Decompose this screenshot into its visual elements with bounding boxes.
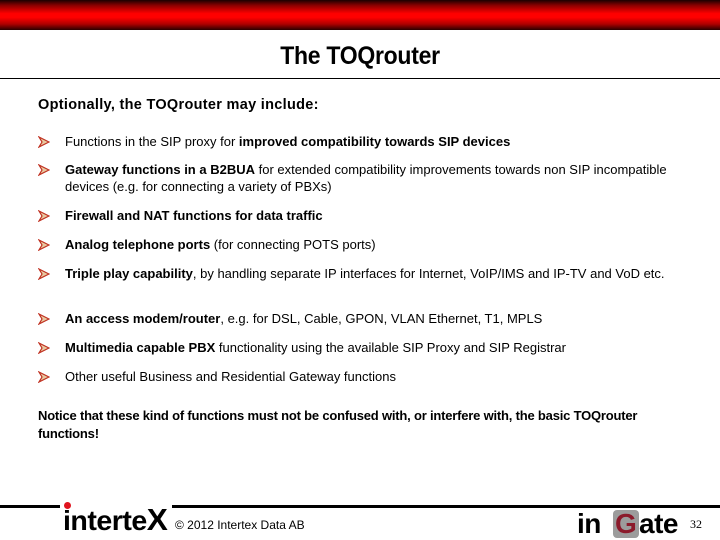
bullet-plain-text: functionality using the available SIP Pr… [215,340,566,355]
ingate-logo: in G ate [575,509,680,539]
bullet-text: An access modem/router, e.g. for DSL, Ca… [65,310,675,327]
arrowhead-bullet-icon [37,267,51,281]
copyright-text: © 2012 Intertex Data AB [175,518,305,532]
arrowhead-bullet-icon [37,238,51,252]
bullet-bold-text: Firewall and NAT functions for data traf… [65,208,323,223]
arrowhead-bullet-icon [37,135,51,149]
bullet-bold-text: An access modem/router [65,311,221,326]
title-divider [0,78,720,79]
bullet-text: Gateway functions in a B2BUA for extende… [65,161,675,195]
notice-text: Notice that these kind of functions must… [38,408,638,441]
arrowhead-bullet-icon [37,209,51,223]
bullet-plain-text: , by handling separate IP interfaces for… [192,266,665,281]
page-number: 32 [690,517,702,531]
header-red-band [0,0,720,30]
bullet-bold-text: Multimedia capable PBX [65,340,216,355]
bullet-text: Multimedia capable PBX functionality usi… [65,339,675,356]
intertex-logo: interteX [60,502,172,536]
bullet-bold-text: improved compatibility towards SIP devic… [238,134,511,149]
slide-title: The TOQrouter [280,42,440,70]
bullet-text: Triple play capability, by handling sepa… [65,265,675,282]
ingate-logo-ate: ate [639,508,678,539]
arrowhead-bullet-icon [37,370,51,384]
bullet-bold-text: Gateway functions in a B2BUA [65,162,255,177]
bullet-text: Functions in the SIP proxy for improved … [65,133,675,150]
ingate-logo-g: G [615,508,637,539]
bullet-plain-text: Other useful Business and Residential Ga… [65,369,396,384]
bullet-bold-text: Analog telephone ports [65,237,211,252]
intertex-logo-text: interteX [63,502,168,537]
bullet-plain-text: , e.g. for DSL, Cable, GPON, VLAN Ethern… [220,311,543,326]
intertex-logo-dot-icon [64,502,71,509]
intro-heading: Optionally, the TOQrouter may include: [38,97,319,113]
ingate-logo-in: in [577,508,601,539]
bullet-text: Other useful Business and Residential Ga… [65,368,675,385]
arrowhead-bullet-icon [37,312,51,326]
bullet-text: Analog telephone ports (for connecting P… [65,236,675,253]
bullet-bold-text: Triple play capability [65,266,193,281]
bullet-text: Firewall and NAT functions for data traf… [65,207,675,224]
arrowhead-bullet-icon [37,163,51,177]
bullet-plain-text: Functions in the SIP proxy for [65,134,239,149]
arrowhead-bullet-icon [37,341,51,355]
bullet-plain-text: (for connecting POTS ports) [210,237,376,252]
